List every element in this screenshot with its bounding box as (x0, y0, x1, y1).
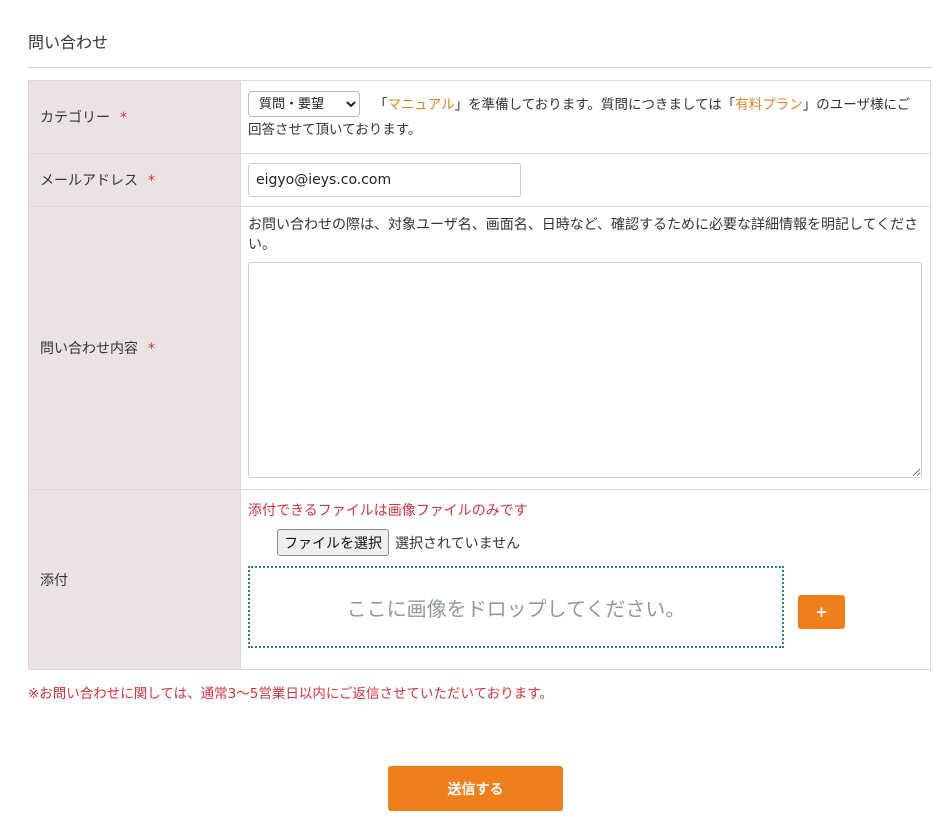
manual-link[interactable]: マニュアル (388, 97, 455, 113)
email-input[interactable] (248, 163, 521, 197)
category-row: カテゴリー * 質問・要望 「マニュアル」を準備しております。質問につきましては「… (28, 80, 931, 154)
drop-zone-text: ここに画像をドロップしてください。 (346, 596, 686, 621)
email-label: メールアドレス (40, 173, 138, 189)
email-row: メールアドレス * (28, 153, 931, 207)
category-label-cell: カテゴリー * (28, 80, 241, 154)
title-divider (28, 67, 932, 68)
file-picker: ファイルを選択 選択されていません (277, 529, 922, 556)
contact-form: カテゴリー * 質問・要望 「マニュアル」を準備しております。質問につきましては「… (28, 80, 931, 670)
category-label: カテゴリー (40, 110, 110, 126)
required-mark: * (148, 173, 155, 189)
content-field-cell: お問い合わせの際は、対象ユーザ名、画面名、日時など、確認するために必要な詳細情報… (240, 206, 931, 490)
attachment-field-cell: 添付できるファイルは画像ファイルのみです ファイルを選択 選択されていません こ… (240, 489, 931, 670)
required-mark: * (120, 110, 127, 126)
content-textarea[interactable] (248, 262, 922, 478)
add-attachment-button[interactable]: + (798, 595, 845, 629)
attachment-label-cell: 添付 (28, 489, 241, 670)
choose-file-button[interactable]: ファイルを選択 (277, 529, 389, 556)
content-row: 問い合わせ内容 * お問い合わせの際は、対象ユーザ名、画面名、日時など、確認するた… (28, 206, 931, 490)
contact-page: 問い合わせ カテゴリー * 質問・要望 「マニュアル」を準備しております。質問につ… (0, 0, 950, 822)
reply-time-note: ※お問い合わせに関しては、通常3〜5営業日以内にご返信させていただいております。 (28, 686, 553, 702)
page-title: 問い合わせ (28, 33, 109, 52)
submit-button[interactable]: 送信する (388, 766, 563, 811)
attachment-label: 添付 (40, 572, 68, 589)
attachment-row: 添付 添付できるファイルは画像ファイルのみです ファイルを選択 選択されていませ… (28, 489, 931, 670)
category-line: 質問・要望 「マニュアル」を準備しております。質問につきましては「有料プラン」の… (248, 91, 922, 142)
category-note-open: 「 (374, 97, 388, 113)
category-select[interactable]: 質問・要望 (248, 91, 360, 117)
attachment-note: 添付できるファイルは画像ファイルのみです (248, 503, 528, 519)
paid-plan-link[interactable]: 有料プラン (735, 97, 803, 113)
content-label-cell: 問い合わせ内容 * (28, 206, 241, 490)
email-label-cell: メールアドレス * (28, 153, 241, 207)
category-note-mid: 」を準備しております。質問につきましては「 (454, 97, 736, 113)
email-field-cell (240, 153, 931, 207)
image-drop-zone[interactable]: ここに画像をドロップしてください。 (248, 566, 784, 648)
content-label: 問い合わせ内容 (40, 341, 138, 357)
file-status: 選択されていません (395, 535, 521, 552)
category-field-cell: 質問・要望 「マニュアル」を準備しております。質問につきましては「有料プラン」の… (240, 80, 931, 154)
content-note: お問い合わせの際は、対象ユーザ名、画面名、日時など、確認するために必要な詳細情報… (248, 217, 919, 253)
required-mark: * (148, 341, 155, 357)
